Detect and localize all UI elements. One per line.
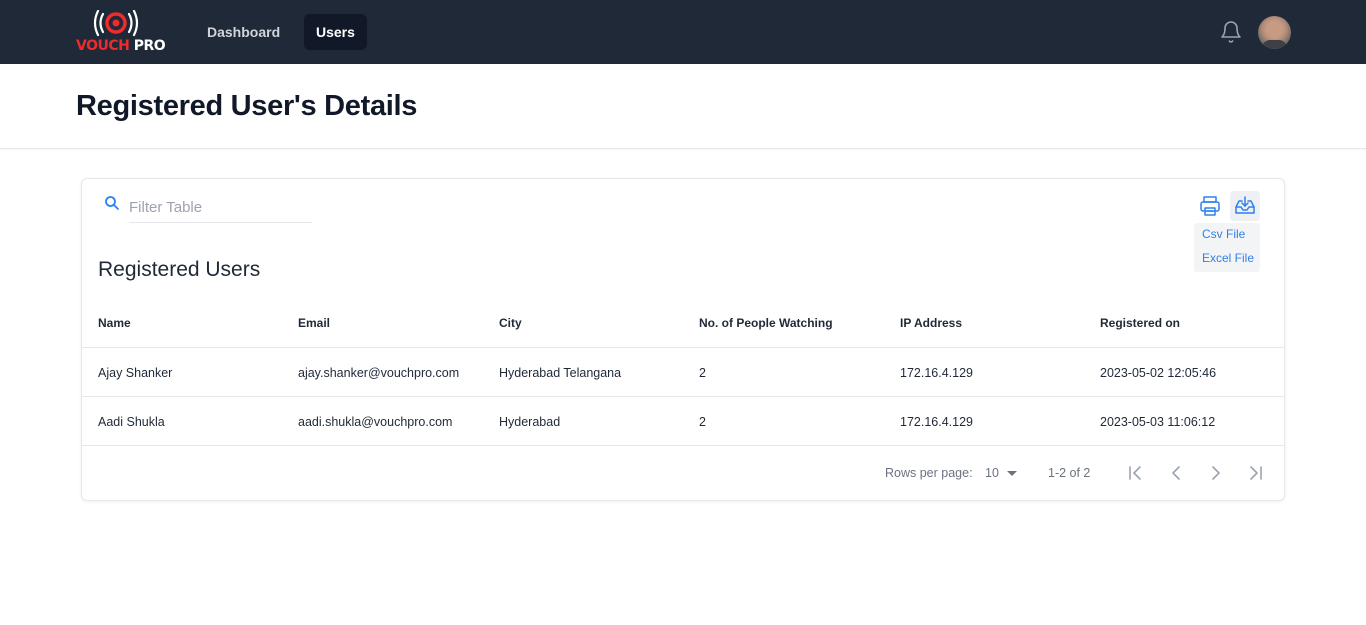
export-csv-option[interactable]: Csv File bbox=[1202, 227, 1245, 241]
table-title: Registered Users bbox=[98, 258, 261, 281]
previous-page-icon[interactable] bbox=[1166, 463, 1186, 483]
cell-name: Aadi Shukla bbox=[98, 415, 165, 429]
broadcast-logo-icon bbox=[93, 10, 139, 37]
column-header-email[interactable]: Email bbox=[298, 316, 330, 330]
column-header-city[interactable]: City bbox=[499, 316, 522, 330]
table-row[interactable]: Ajay Shanker ajay.shanker@vouchpro.com H… bbox=[82, 348, 1284, 397]
rows-per-page-value: 10 bbox=[985, 466, 999, 480]
first-page-icon[interactable] bbox=[1126, 463, 1146, 483]
page-title: Registered User's Details bbox=[76, 90, 418, 122]
caret-down-icon bbox=[1007, 471, 1017, 476]
column-header-ip-address[interactable]: IP Address bbox=[900, 316, 962, 330]
last-page-icon[interactable] bbox=[1245, 463, 1265, 483]
export-menu: Csv File Excel File bbox=[1194, 223, 1260, 272]
avatar-shirt bbox=[1262, 40, 1287, 49]
column-header-people-watching[interactable]: No. of People Watching bbox=[699, 316, 833, 330]
table-header-row: Name Email City No. of People Watching I… bbox=[82, 299, 1284, 348]
pagination-bar: Rows per page: 10 1-2 of 2 bbox=[82, 447, 1284, 501]
nav-users[interactable]: Users bbox=[304, 14, 367, 50]
cell-registered-on: 2023-05-03 11:06:12 bbox=[1100, 415, 1216, 429]
cell-people-watching: 2 bbox=[699, 366, 706, 380]
logo-wordmark: VOUCH PRO bbox=[76, 38, 166, 54]
export-excel-option[interactable]: Excel File bbox=[1202, 251, 1254, 265]
cell-city: Hyderabad Telangana bbox=[499, 366, 622, 380]
export-button[interactable] bbox=[1230, 191, 1260, 221]
nav-dashboard[interactable]: Dashboard bbox=[195, 14, 292, 50]
cell-registered-on: 2023-05-02 12:05:46 bbox=[1100, 366, 1217, 380]
cell-ip-address: 172.16.4.129 bbox=[900, 366, 973, 380]
pagination-range: 1-2 of 2 bbox=[1048, 466, 1091, 480]
top-navbar: VOUCH PRO Dashboard Users bbox=[0, 0, 1366, 64]
bell-icon[interactable] bbox=[1219, 20, 1243, 44]
column-header-registered-on[interactable]: Registered on bbox=[1100, 316, 1180, 330]
table-row[interactable]: Aadi Shukla aadi.shukla@vouchpro.com Hyd… bbox=[82, 397, 1284, 446]
page-header: Registered User's Details bbox=[0, 64, 1366, 149]
filter-table-input[interactable] bbox=[129, 193, 312, 223]
avatar[interactable] bbox=[1258, 16, 1291, 49]
vouchpro-logo[interactable]: VOUCH PRO bbox=[76, 10, 166, 56]
cell-city: Hyderabad bbox=[499, 415, 561, 429]
logo-word-vouch: VOUCH bbox=[76, 38, 130, 54]
next-page-icon[interactable] bbox=[1206, 463, 1226, 483]
cell-ip-address: 172.16.4.129 bbox=[900, 415, 973, 429]
users-table-card: Csv File Excel File Registered Users Nam… bbox=[81, 178, 1285, 501]
search-icon bbox=[105, 196, 119, 210]
avatar-face bbox=[1268, 22, 1281, 39]
export-dropdown: Csv File Excel File bbox=[1194, 190, 1260, 272]
cell-email: ajay.shanker@vouchpro.com bbox=[298, 366, 460, 380]
rows-per-page-select[interactable]: 10 bbox=[985, 466, 1021, 480]
cell-email: aadi.shukla@vouchpro.com bbox=[298, 415, 453, 429]
logo-word-pro: PRO bbox=[133, 38, 166, 54]
column-header-name[interactable]: Name bbox=[98, 316, 131, 330]
download-tray-icon bbox=[1235, 196, 1255, 214]
rows-per-page-label: Rows per page: bbox=[885, 466, 973, 480]
cell-name: Ajay Shanker bbox=[98, 366, 173, 380]
cell-people-watching: 2 bbox=[699, 415, 706, 429]
